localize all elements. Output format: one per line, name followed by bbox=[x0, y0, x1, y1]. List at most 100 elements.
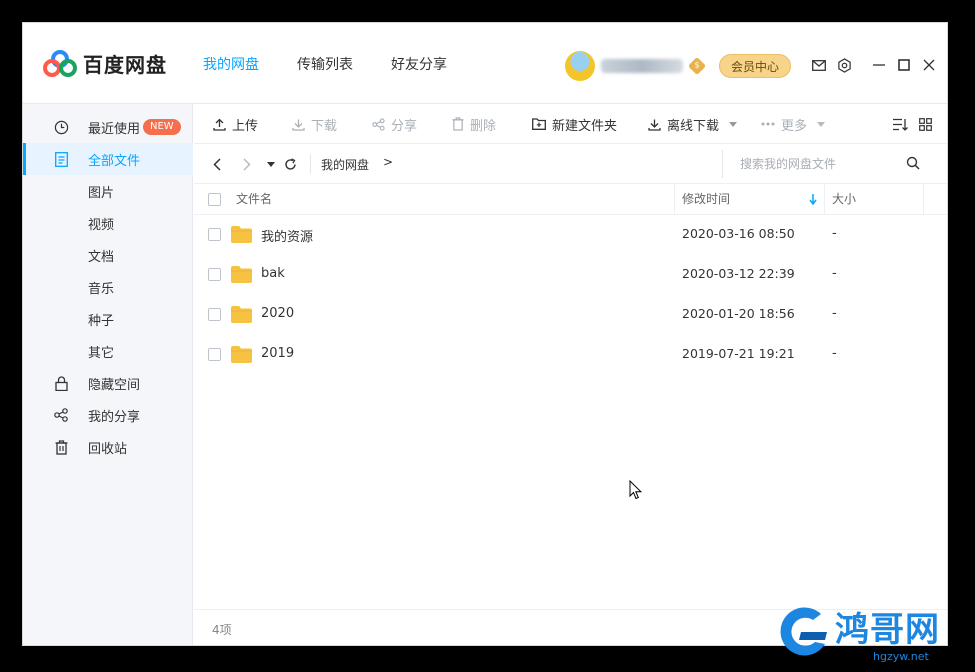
modified-time: 2020-03-16 08:50 bbox=[682, 226, 795, 241]
column-modified-header[interactable]: 修改时间 bbox=[682, 184, 730, 215]
new-badge: NEW bbox=[143, 119, 181, 135]
sort-button[interactable] bbox=[892, 104, 914, 144]
file-name[interactable]: 2019 bbox=[261, 346, 294, 361]
chevron-down-icon bbox=[729, 121, 738, 127]
sidebar-item-label: 全部文件 bbox=[88, 153, 141, 169]
username-blurred bbox=[601, 59, 683, 73]
settings-gear-icon[interactable] bbox=[835, 56, 853, 74]
watermark-logo-icon bbox=[780, 607, 827, 656]
document-icon bbox=[53, 151, 69, 167]
tab-transfer-list[interactable]: 传输列表 bbox=[297, 23, 353, 104]
upload-icon bbox=[213, 118, 226, 131]
sort-list-icon bbox=[893, 118, 908, 131]
lock-icon bbox=[53, 375, 69, 391]
minimize-icon[interactable] bbox=[870, 56, 888, 74]
delete-button[interactable]: 删除 bbox=[452, 104, 496, 144]
maximize-icon[interactable] bbox=[895, 56, 913, 74]
sidebar-item-videos[interactable]: 视频 bbox=[23, 207, 193, 239]
baidu-netdisk-logo-icon bbox=[43, 49, 77, 77]
app-window: 百度网盘 我的网盘 传输列表 好友分享 $ 会员中心 最近使用 NEW 全部文件… bbox=[22, 22, 948, 646]
share-icon bbox=[53, 407, 69, 423]
sidebar-item-images[interactable]: 图片 bbox=[23, 175, 193, 207]
item-count: 4项 bbox=[212, 623, 232, 637]
offline-download-label: 离线下载 bbox=[667, 118, 720, 134]
search-input[interactable] bbox=[740, 155, 900, 173]
file-size: - bbox=[832, 346, 837, 361]
column-name-header[interactable]: 文件名 bbox=[236, 184, 272, 215]
table-row[interactable]: 2020 2020-01-20 18:56 - bbox=[194, 295, 947, 335]
table-row[interactable]: bak 2020-03-12 22:39 - bbox=[194, 255, 947, 295]
table-row[interactable]: 我的资源 2020-03-16 08:50 - bbox=[194, 215, 947, 255]
avatar[interactable] bbox=[565, 51, 595, 81]
title-bar: 百度网盘 我的网盘 传输列表 好友分享 $ 会员中心 bbox=[23, 23, 947, 104]
sidebar-item-torrents[interactable]: 种子 bbox=[23, 303, 193, 335]
sidebar-item-all-files[interactable]: 全部文件 bbox=[23, 143, 193, 175]
close-icon[interactable] bbox=[920, 56, 938, 74]
sidebar-item-label: 文档 bbox=[88, 249, 115, 265]
row-checkbox[interactable] bbox=[208, 228, 221, 241]
path-bar: 我的网盘 > bbox=[194, 144, 947, 184]
mail-icon[interactable] bbox=[810, 56, 828, 74]
sidebar-item-music[interactable]: 音乐 bbox=[23, 271, 193, 303]
vip-level-badge: $ bbox=[687, 56, 707, 76]
download-icon bbox=[292, 119, 305, 131]
download-label: 下载 bbox=[311, 118, 338, 134]
tab-friend-share[interactable]: 好友分享 bbox=[391, 23, 447, 104]
app-logo: 百度网盘 bbox=[43, 49, 167, 78]
upload-button[interactable]: 上传 bbox=[213, 104, 258, 144]
watermark-text: 鸿哥网 bbox=[835, 610, 940, 650]
sidebar-item-hidden-space[interactable]: 隐藏空间 bbox=[23, 367, 193, 399]
file-name[interactable]: bak bbox=[261, 266, 285, 281]
tab-my-disk[interactable]: 我的网盘 bbox=[203, 23, 259, 104]
sort-descending-arrow-icon[interactable] bbox=[809, 194, 817, 205]
sidebar-item-recycle-bin[interactable]: 回收站 bbox=[23, 431, 193, 463]
file-name[interactable]: 2020 bbox=[261, 306, 294, 321]
sidebar-item-label: 隐藏空间 bbox=[88, 377, 141, 393]
column-divider bbox=[923, 184, 924, 215]
select-all-checkbox[interactable] bbox=[208, 193, 221, 206]
modified-time: 2020-01-20 18:56 bbox=[682, 306, 795, 321]
clock-icon bbox=[53, 119, 69, 135]
file-name[interactable]: 我的资源 bbox=[261, 226, 313, 245]
history-dropdown-icon[interactable] bbox=[262, 155, 280, 173]
grid-view-button[interactable] bbox=[919, 104, 938, 144]
more-label: 更多 bbox=[781, 118, 808, 134]
breadcrumb-my-disk[interactable]: 我的网盘 bbox=[321, 156, 369, 173]
sidebar-item-label: 图片 bbox=[88, 185, 115, 201]
forward-arrow-icon[interactable] bbox=[238, 155, 256, 173]
trash-icon bbox=[53, 439, 69, 455]
more-button[interactable]: 更多 bbox=[761, 104, 826, 144]
sidebar-item-label: 音乐 bbox=[88, 281, 115, 297]
offline-download-button[interactable]: 离线下载 bbox=[648, 104, 738, 144]
column-divider bbox=[674, 184, 675, 215]
sidebar-item-my-shares[interactable]: 我的分享 bbox=[23, 399, 193, 431]
sidebar-item-others[interactable]: 其它 bbox=[23, 335, 193, 367]
share-button[interactable]: 分享 bbox=[372, 104, 417, 144]
app-name: 百度网盘 bbox=[83, 53, 167, 77]
row-checkbox[interactable] bbox=[208, 308, 221, 321]
sidebar-item-recent[interactable]: 最近使用 NEW bbox=[23, 111, 193, 143]
search-icon[interactable] bbox=[906, 156, 920, 170]
folder-icon bbox=[231, 346, 252, 363]
new-folder-button[interactable]: 新建文件夹 bbox=[532, 104, 617, 144]
user-info[interactable]: $ bbox=[565, 51, 707, 81]
table-row[interactable]: 2019 2019-07-21 19:21 - bbox=[194, 335, 947, 375]
download-button[interactable]: 下载 bbox=[292, 104, 337, 144]
folder-icon bbox=[231, 306, 252, 323]
file-table-header: 文件名 修改时间 大小 bbox=[194, 184, 947, 215]
grid-view-icon bbox=[919, 117, 932, 131]
back-arrow-icon[interactable] bbox=[208, 155, 226, 173]
new-folder-icon bbox=[532, 118, 546, 130]
refresh-icon[interactable] bbox=[281, 155, 299, 173]
row-checkbox[interactable] bbox=[208, 348, 221, 361]
row-checkbox[interactable] bbox=[208, 268, 221, 281]
file-toolbar: 上传 下载 分享 删除 新建文件夹 离线下载 更多 bbox=[194, 104, 947, 144]
member-center-button[interactable]: 会员中心 bbox=[719, 54, 792, 78]
search-box[interactable] bbox=[722, 150, 932, 178]
site-watermark: 鸿哥网 hgzyw.net bbox=[773, 600, 968, 666]
sidebar-item-label: 种子 bbox=[88, 313, 115, 329]
modified-time: 2020-03-12 22:39 bbox=[682, 266, 795, 281]
column-size-header[interactable]: 大小 bbox=[832, 184, 856, 215]
sidebar-item-documents[interactable]: 文档 bbox=[23, 239, 193, 271]
column-divider bbox=[824, 184, 825, 215]
